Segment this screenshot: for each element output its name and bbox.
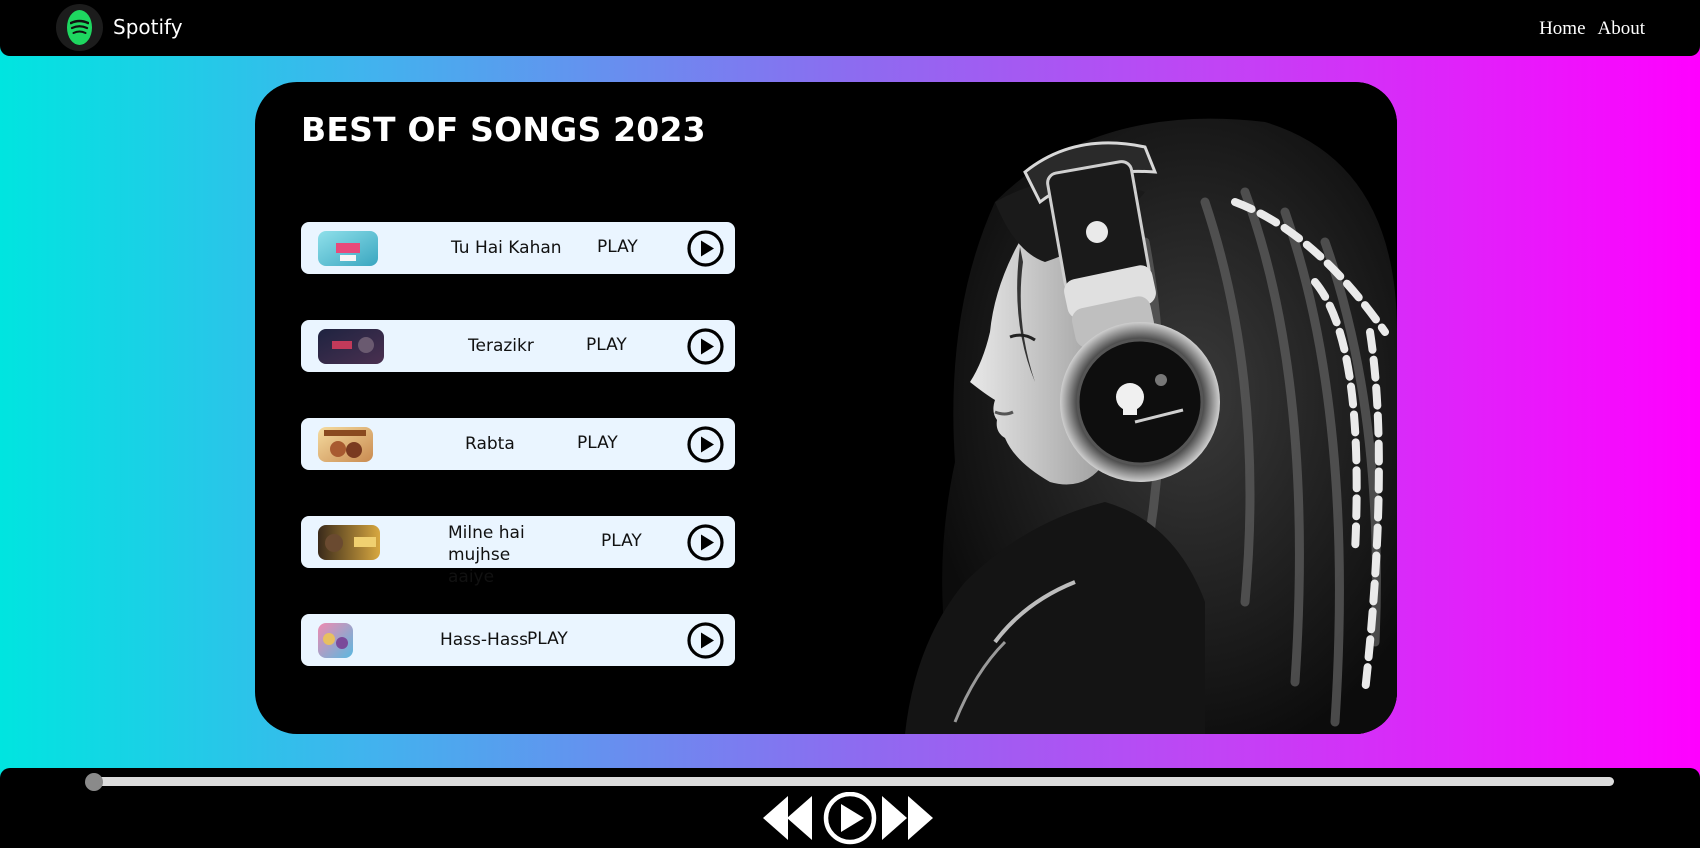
song-name: Tu Hai Kahan [451,238,562,258]
spotify-icon [67,10,92,45]
nav-home-link[interactable]: Home [1539,18,1585,40]
song-thumbnail [318,329,384,364]
song-play-label[interactable]: PLAY [601,531,642,551]
progress-slider-handle[interactable] [85,773,103,791]
play-circle-icon[interactable] [687,230,724,267]
song-item: Terazikr PLAY [301,320,735,372]
progress-track[interactable] [92,777,1614,786]
playlist-title: BEST OF SONGS 2023 [301,110,706,149]
song-thumbnail [318,525,380,560]
song-play-label[interactable]: PLAY [577,433,618,453]
spotify-logo[interactable] [56,4,103,51]
nav-about-link[interactable]: About [1598,18,1646,40]
song-play-label[interactable]: PLAY [597,237,638,257]
playback-controls [763,792,933,845]
headphones-photo [845,82,1397,734]
song-name: Milne hai mujhse aaiye [448,523,525,587]
player-bar [0,768,1700,848]
song-thumbnail [318,231,378,266]
song-item: Rabta PLAY [301,418,735,470]
song-name: Rabta [465,434,515,454]
next-icon[interactable] [882,796,933,840]
play-circle-icon[interactable] [687,426,724,463]
song-item: Milne hai mujhse aaiye PLAY [301,516,735,587]
nav-links: Home About [1539,18,1645,40]
song-thumbnail [318,623,353,658]
song-thumbnail [318,427,373,462]
navbar: Spotify Home About [0,0,1700,56]
previous-icon[interactable] [763,796,812,840]
song-name: Hass-Hass [440,630,528,650]
play-icon[interactable] [823,792,877,845]
play-circle-icon[interactable] [687,524,724,561]
song-play-label[interactable]: PLAY [527,629,568,649]
song-play-label[interactable]: PLAY [586,335,627,355]
play-circle-icon[interactable] [687,622,724,659]
song-item: Tu Hai Kahan PLAY [301,222,735,274]
song-item: Hass-Hass PLAY [301,614,735,666]
play-circle-icon[interactable] [687,328,724,365]
song-name: Terazikr [468,336,534,356]
playlist-card: BEST OF SONGS 2023 Tu Hai Kahan PLAY Ter… [255,82,1397,734]
brand-name: Spotify [113,15,183,39]
